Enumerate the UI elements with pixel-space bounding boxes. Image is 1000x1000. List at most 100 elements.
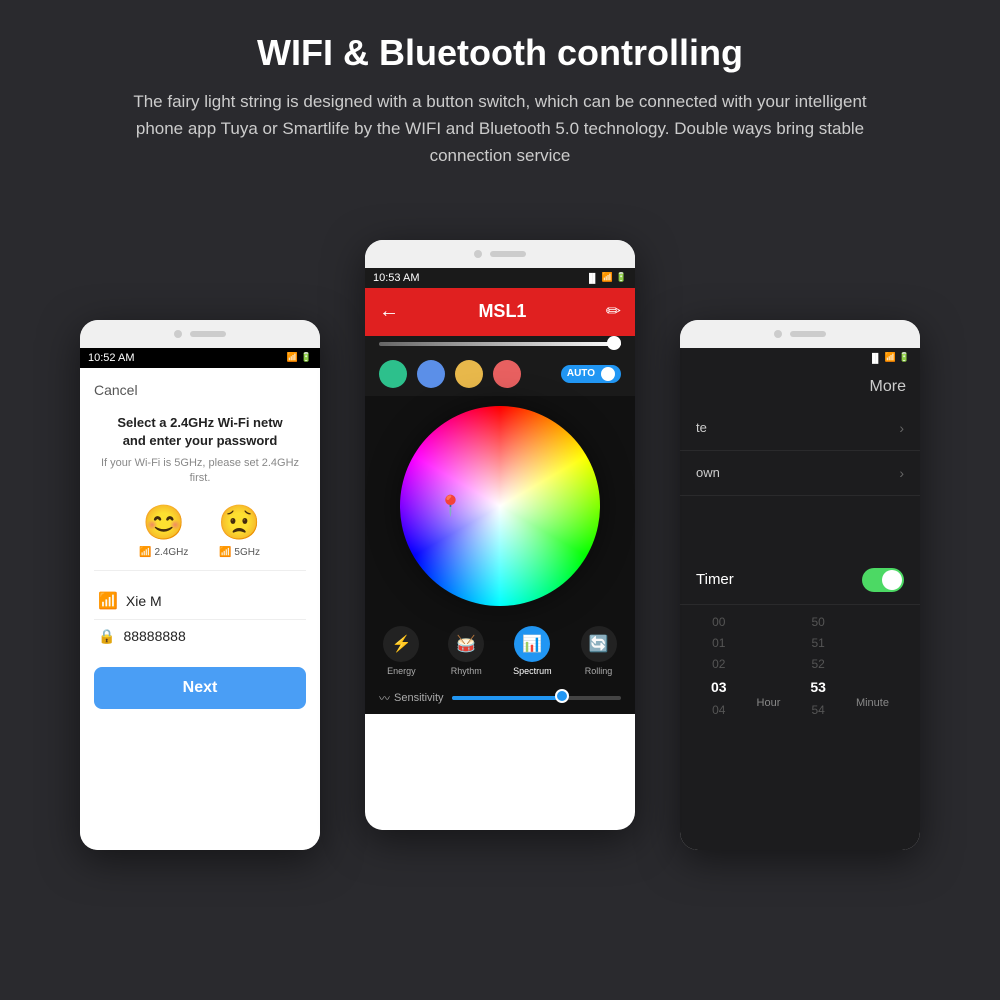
spectrum-icon: 📊 xyxy=(514,626,550,662)
phone-right-top-bar xyxy=(680,320,920,348)
right-item-1-label: te xyxy=(696,420,707,435)
camera-center-icon xyxy=(474,250,482,258)
minute-52: 52 xyxy=(811,655,824,674)
wifi-sub-note: If your Wi-Fi is 5GHz, please set 2.4GHz… xyxy=(94,456,306,487)
hour-01: 01 xyxy=(712,634,725,653)
brightness-bar[interactable] xyxy=(365,336,635,352)
hour-04: 04 xyxy=(712,701,725,720)
minute-50: 50 xyxy=(811,613,824,632)
right-list-item-2[interactable]: own › xyxy=(680,451,920,496)
color-wheel[interactable]: 📍 xyxy=(400,406,600,606)
phone-right: ▐▌📶🔋 More te › own › Timer xyxy=(680,320,920,850)
back-arrow-icon[interactable]: ← xyxy=(379,300,399,323)
wifi-instruction: Select a 2.4GHz Wi-Fi netw and enter you… xyxy=(94,414,306,450)
more-label: More xyxy=(870,378,906,396)
divider-1 xyxy=(94,570,306,571)
sad-face-icon: 😟 xyxy=(218,503,260,543)
brightness-thumb xyxy=(607,336,621,350)
freq-5-item[interactable]: 😟 📶 5GHz xyxy=(218,503,260,558)
mode-spectrum[interactable]: 📊 Spectrum xyxy=(513,626,552,676)
right-item-2-label: own xyxy=(696,465,720,480)
page-header: WIFI & Bluetooth controlling The fairy l… xyxy=(0,0,1000,190)
page-title: WIFI & Bluetooth controlling xyxy=(60,32,940,74)
password-row[interactable]: 🔒 88888888 xyxy=(94,620,306,653)
phone-center-top-bar xyxy=(365,240,635,268)
page-description: The fairy light string is designed with … xyxy=(120,88,880,170)
sensitivity-slider[interactable] xyxy=(452,696,621,700)
left-status-icons: 📶🔋 xyxy=(287,352,312,363)
minutes-column: 50 51 52 53 54 xyxy=(810,613,826,720)
color-dot-yellow[interactable] xyxy=(455,360,483,388)
time-picker-row: 00 01 02 03 04 Hour 50 51 52 53 xyxy=(696,613,904,720)
next-button[interactable]: Next xyxy=(94,667,306,709)
auto-toggle-knob xyxy=(601,367,615,381)
speaker-left-icon xyxy=(190,331,226,337)
chevron-right-icon-1: › xyxy=(899,420,904,436)
sensitivity-fill xyxy=(452,696,562,700)
sensitivity-thumb xyxy=(555,689,569,703)
color-dot-teal[interactable] xyxy=(379,360,407,388)
cancel-label[interactable]: Cancel xyxy=(94,382,306,398)
password-field: 88888888 xyxy=(123,628,185,644)
hour-02: 02 xyxy=(712,655,725,674)
center-status-icons: ▐▌📶🔋 xyxy=(586,272,627,283)
camera-left-icon xyxy=(174,330,182,338)
color-picker-pin-icon: 📍 xyxy=(438,493,463,518)
timer-toggle[interactable] xyxy=(862,568,904,592)
phone-left: 10:52 AM 📶🔋 Cancel Select a 2.4GHz Wi-Fi… xyxy=(80,320,320,850)
center-status-bar: 10:53 AM ▐▌📶🔋 xyxy=(365,268,635,288)
wifi-network-row[interactable]: 📶 Xie M xyxy=(94,583,306,620)
color-dot-blue[interactable] xyxy=(417,360,445,388)
hour-label-col: Hour xyxy=(757,623,781,709)
right-phone-content: More te › own › Timer 00 xyxy=(680,368,920,850)
phones-container: 10:52 AM 📶🔋 Cancel Select a 2.4GHz Wi-Fi… xyxy=(0,190,1000,870)
rolling-icon: 🔄 xyxy=(581,626,617,662)
camera-right-icon xyxy=(774,330,782,338)
color-wheel-area[interactable]: 📍 xyxy=(365,396,635,616)
edit-icon[interactable]: ✏ xyxy=(606,301,621,322)
timer-toggle-knob xyxy=(882,570,902,590)
minute-54: 54 xyxy=(811,701,824,720)
rhythm-icon: 🥁 xyxy=(448,626,484,662)
energy-label: Energy xyxy=(387,666,416,676)
phone-left-top-bar xyxy=(80,320,320,348)
right-nav-bar: More xyxy=(680,368,920,406)
minute-51: 51 xyxy=(811,634,824,653)
sensitivity-row: 〰 Sensitivity xyxy=(365,682,635,714)
color-dot-red[interactable] xyxy=(493,360,521,388)
wifi-network-name: Xie M xyxy=(126,593,162,609)
energy-icon: ⚡ xyxy=(383,626,419,662)
hour-label: Hour xyxy=(757,697,781,709)
mode-rolling[interactable]: 🔄 Rolling xyxy=(581,626,617,676)
right-list-item-1[interactable]: te › xyxy=(680,406,920,451)
left-time: 10:52 AM xyxy=(88,352,134,364)
wifi-icon: 📶 xyxy=(98,591,118,611)
speaker-center-icon xyxy=(490,251,526,257)
center-time: 10:53 AM xyxy=(373,272,419,284)
sensitivity-label: 〰 Sensitivity xyxy=(379,690,444,706)
minute-label-col: Minute xyxy=(856,623,889,709)
center-app-header: ← MSL1 ✏ xyxy=(365,288,635,336)
auto-toggle[interactable]: AUTO xyxy=(561,365,621,383)
minute-53-selected: 53 xyxy=(810,676,826,698)
freq-24-label: 2.4GHz xyxy=(154,547,188,558)
color-dots-row: AUTO xyxy=(365,352,635,396)
right-status-bar: ▐▌📶🔋 xyxy=(680,348,920,368)
chevron-right-icon-2: › xyxy=(899,465,904,481)
left-status-bar: 10:52 AM 📶🔋 xyxy=(80,348,320,368)
spectrum-label: Spectrum xyxy=(513,666,552,676)
speaker-right-icon xyxy=(790,331,826,337)
center-app-title: MSL1 xyxy=(478,301,526,322)
time-picker[interactable]: 00 01 02 03 04 Hour 50 51 52 53 xyxy=(680,605,920,728)
mode-rhythm[interactable]: 🥁 Rhythm xyxy=(448,626,484,676)
mode-energy[interactable]: ⚡ Energy xyxy=(383,626,419,676)
timer-row: Timer xyxy=(680,556,920,605)
freq-24-item[interactable]: 😊 📶 2.4GHz xyxy=(139,503,188,558)
brightness-slider[interactable] xyxy=(379,342,621,346)
happy-face-icon: 😊 xyxy=(143,503,185,543)
mode-row: ⚡ Energy 🥁 Rhythm 📊 Spectrum 🔄 Rolling xyxy=(365,616,635,682)
hour-03-selected: 03 xyxy=(711,676,727,698)
hours-column: 00 01 02 03 04 xyxy=(711,613,727,720)
right-status-icons: ▐▌📶🔋 xyxy=(869,352,910,363)
rolling-label: Rolling xyxy=(585,666,613,676)
